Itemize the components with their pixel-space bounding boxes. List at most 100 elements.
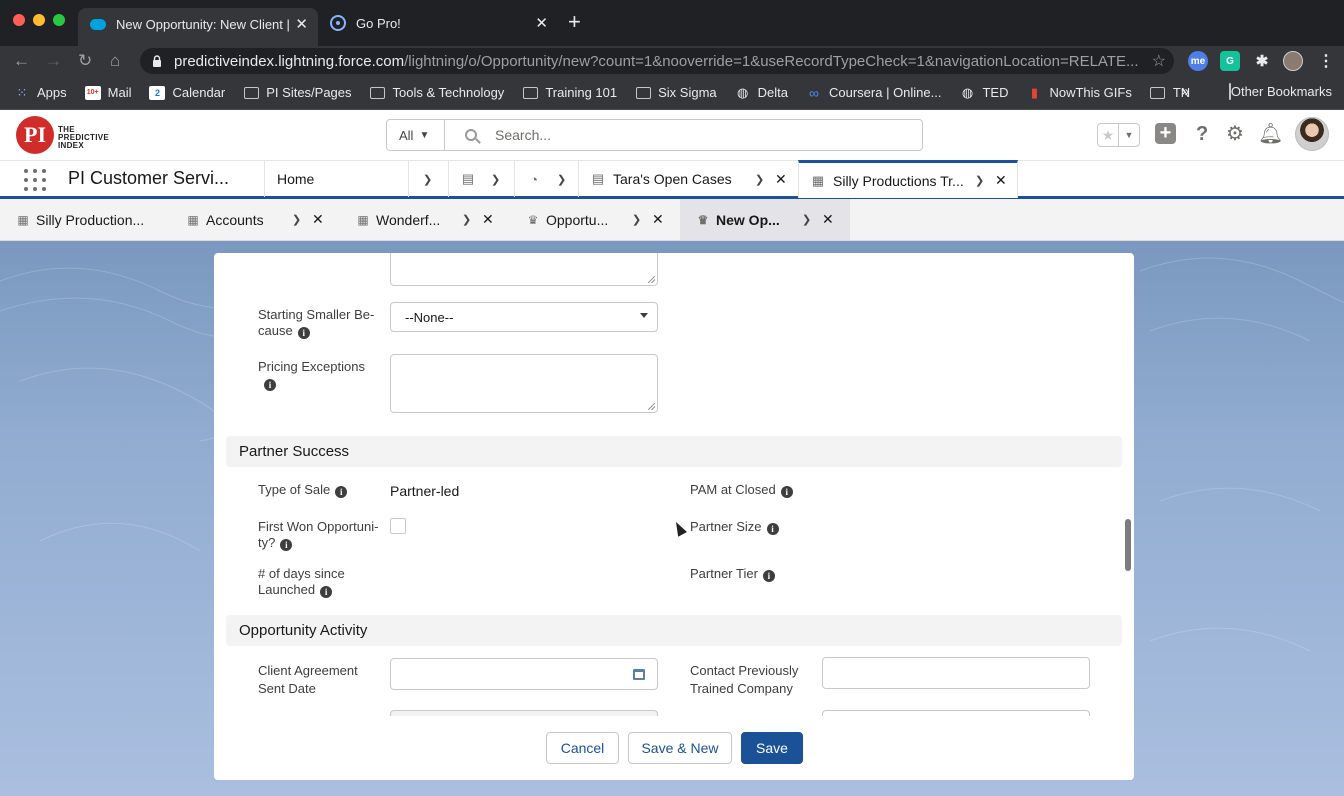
info-icon[interactable]: i	[762, 570, 775, 582]
chevron-down-icon[interactable]: ❯	[755, 173, 764, 186]
puzzle-extensions-icon[interactable]: ✱	[1252, 51, 1272, 71]
nav-tab-silly-productions[interactable]: ▦ Silly Productions Tr... ❯ ✕	[798, 160, 1018, 198]
starting-smaller-label: Starting Smaller Be- cause i	[258, 307, 375, 339]
description-textarea[interactable]	[390, 253, 658, 286]
calendar-icon[interactable]	[633, 669, 645, 680]
new-opportunity-modal: Starting Smaller Be- cause i --None-- Pri…	[214, 253, 1134, 780]
crown-icon: ♛	[697, 212, 709, 227]
close-icon[interactable]: ✕	[995, 172, 1007, 189]
reload-icon[interactable]: ↻	[78, 50, 92, 72]
client-agreement-sent-date-input[interactable]	[390, 658, 658, 690]
bookmark-star-icon[interactable]: ☆	[1152, 51, 1166, 71]
nav-tab-home-menu[interactable]: ❯	[408, 161, 448, 197]
starting-smaller-select[interactable]: --None--	[390, 302, 658, 332]
url-bar[interactable]: predictiveindex.lightning.force.com/ligh…	[140, 48, 1174, 74]
close-icon[interactable]: ✕	[482, 211, 494, 228]
new-tab-plus-icon[interactable]: +	[568, 11, 581, 33]
bookmark-apps[interactable]: ⁙ Apps	[14, 85, 67, 101]
opportunity-activity-section-header[interactable]: Opportunity Activity	[226, 615, 1122, 646]
browser-tab-new-opportunity[interactable]: New Opportunity: New Client | ✕	[78, 8, 318, 46]
first-won-opportunity-checkbox[interactable]	[390, 518, 406, 534]
target-icon	[330, 15, 346, 31]
contact-previously-trained-input[interactable]	[822, 657, 1090, 689]
subtab-wonderf[interactable]: ▦ Wonderf... ❯ ✕	[356, 199, 506, 240]
forward-arrow-icon[interactable]: →	[45, 50, 62, 72]
close-icon[interactable]: ✕	[295, 15, 308, 33]
window-zoom-button[interactable]	[53, 14, 65, 26]
info-icon[interactable]: i	[280, 539, 293, 551]
modal-body: Starting Smaller Be- cause i --None-- Pri…	[214, 253, 1134, 716]
bell-notifications-icon[interactable]: 🔔︎	[1258, 123, 1283, 145]
nav-tab-taras-open-cases[interactable]: ▤ Tara's Open Cases ❯ ✕	[578, 161, 798, 197]
cancel-button[interactable]: Cancel	[546, 732, 619, 764]
bookmark-nowthis[interactable]: ▮ NowThis GIFs	[1026, 85, 1132, 101]
bookmark-training[interactable]: Training 101	[522, 85, 617, 100]
bookmark-coursera[interactable]: ∞ Coursera | Online...	[806, 85, 941, 101]
favorite-star-icon[interactable]: ★	[1098, 124, 1118, 146]
bookmarks-overflow-icon[interactable]: »	[1181, 83, 1189, 100]
info-icon[interactable]: i	[766, 523, 779, 535]
chevron-down-icon[interactable]: ❯	[975, 174, 984, 187]
partner-success-section-header[interactable]: Partner Success	[226, 436, 1122, 467]
modal-scrollbar-thumb[interactable]	[1125, 519, 1131, 571]
back-arrow-icon[interactable]: ←	[13, 50, 30, 72]
subtab-new-op[interactable]: ♛ New Op... ❯ ✕	[680, 199, 850, 240]
subtab-opportu[interactable]: ♛ Opportu... ❯ ✕	[526, 199, 676, 240]
pi-logo[interactable]: PI	[16, 116, 54, 154]
chevron-down-icon[interactable]: ❯	[423, 173, 432, 186]
user-avatar[interactable]	[1295, 117, 1329, 151]
info-icon[interactable]: i	[297, 327, 310, 339]
bookmark-six-sigma[interactable]: Six Sigma	[635, 85, 717, 100]
bookmark-mail[interactable]: 10+ Mail	[84, 85, 131, 100]
search-scope-select[interactable]: All ▼	[387, 120, 445, 150]
profile-avatar-icon[interactable]	[1283, 51, 1303, 71]
window-minimize-button[interactable]	[33, 14, 45, 26]
save-button[interactable]: Save	[741, 732, 803, 764]
gear-icon[interactable]: ⚙	[1226, 123, 1244, 145]
chevron-down-icon[interactable]: ❯	[491, 173, 500, 186]
close-icon[interactable]: ✕	[312, 211, 324, 228]
bookmark-other[interactable]: Other Bookmarks	[1228, 83, 1332, 100]
search-input[interactable]: Search...	[495, 127, 551, 143]
contact-previously-trained-label: Contact Previously Trained Company	[690, 663, 799, 696]
extension-me-icon[interactable]: me	[1188, 51, 1208, 71]
help-question-icon[interactable]: ?	[1196, 123, 1208, 145]
pricing-exceptions-label: Pricing Exceptions i	[258, 359, 365, 391]
bookmark-calendar[interactable]: 2 Calendar	[149, 85, 225, 100]
info-icon[interactable]: i	[780, 486, 793, 498]
bookmark-delta[interactable]: ◍ Delta	[735, 85, 788, 101]
bookmark-label: Six Sigma	[658, 85, 717, 100]
chevron-down-icon[interactable]: ❯	[462, 213, 471, 226]
nav-tab-home[interactable]: Home	[264, 161, 408, 197]
nav-tab-dashboard[interactable]: ◔ ❯	[514, 161, 578, 197]
favorites-list-chevron-icon[interactable]: ▼	[1118, 124, 1139, 146]
home-icon[interactable]: ⌂	[110, 50, 120, 72]
window-close-button[interactable]	[13, 14, 25, 26]
pricing-exceptions-textarea[interactable]	[390, 354, 658, 413]
global-actions-plus-icon[interactable]: +	[1155, 123, 1176, 144]
browser-tab-go-pro[interactable]: Go Pro! ✕	[322, 8, 558, 38]
subtab-accounts[interactable]: ▦ Accounts ❯ ✕	[186, 199, 336, 240]
bookmark-tools[interactable]: Tools & Technology	[370, 85, 504, 100]
bookmark-ted[interactable]: ◍ TED	[959, 85, 1009, 101]
close-icon[interactable]: ✕	[822, 211, 834, 228]
grammarly-icon[interactable]: G	[1220, 51, 1240, 71]
close-icon[interactable]: ✕	[652, 211, 664, 228]
close-icon[interactable]: ✕	[775, 171, 787, 188]
chevron-down-icon[interactable]: ❯	[557, 173, 566, 186]
folder-icon	[1228, 83, 1231, 100]
app-launcher-waffle-icon[interactable]	[24, 169, 46, 191]
kebab-menu-icon[interactable]: ⋮	[1316, 51, 1336, 71]
type-of-sale-value: Partner-led	[390, 483, 460, 499]
subtab-silly-production[interactable]: ▦ Silly Production...	[16, 199, 176, 240]
nav-tab-calendar[interactable]: ▤ ❯	[448, 161, 514, 197]
info-icon[interactable]: i	[335, 486, 348, 498]
save-and-new-button[interactable]: Save & New	[628, 732, 732, 764]
info-icon[interactable]: i	[264, 379, 276, 391]
info-icon[interactable]: i	[320, 586, 333, 598]
chevron-down-icon[interactable]: ❯	[632, 213, 641, 226]
chevron-down-icon[interactable]: ❯	[292, 213, 301, 226]
bookmark-pi-sites[interactable]: PI Sites/Pages	[243, 85, 352, 100]
close-icon[interactable]: ✕	[535, 14, 548, 32]
chevron-down-icon[interactable]: ❯	[802, 213, 811, 226]
